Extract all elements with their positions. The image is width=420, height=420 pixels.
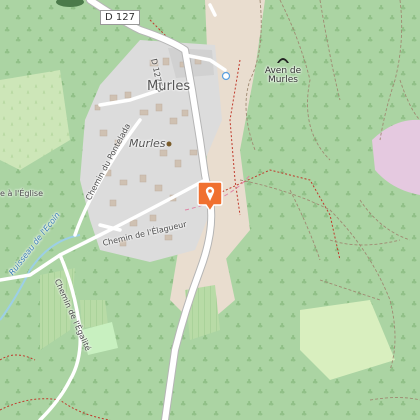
location-pin-icon[interactable]: [197, 180, 223, 212]
viewpoint-icon: [221, 71, 231, 81]
village-label-main: Murles: [147, 79, 191, 94]
cave-label-line2: Murles: [268, 75, 298, 85]
place-dot-icon: [166, 141, 172, 147]
road-shield-d127: D 127: [100, 10, 140, 25]
edge-street-label: e à l'Église: [0, 189, 43, 198]
vineyard-area: [80, 300, 108, 328]
map-canvas[interactable]: ♣ ♣: [0, 0, 420, 420]
cave-label: Aven de Murles: [262, 67, 304, 85]
village-label-secondary: Murles: [129, 137, 166, 150]
